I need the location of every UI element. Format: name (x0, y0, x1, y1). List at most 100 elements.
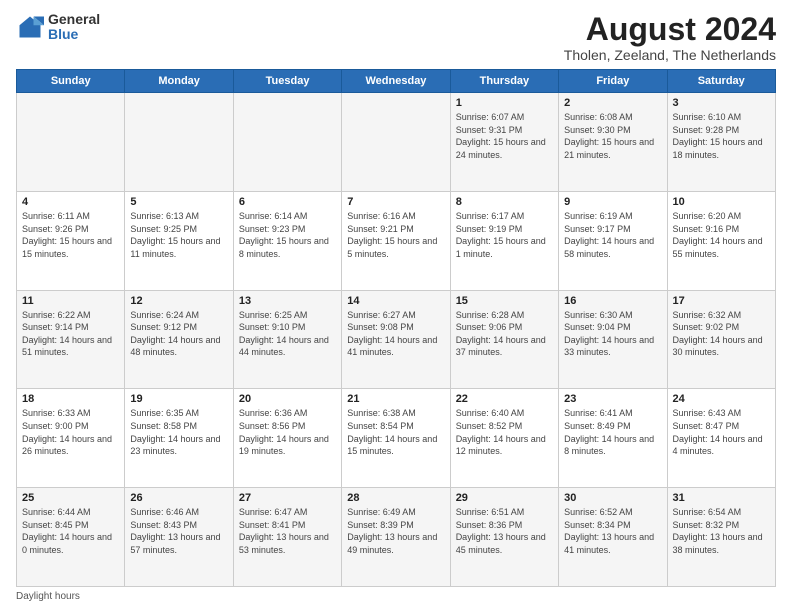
col-monday: Monday (125, 70, 233, 93)
col-saturday: Saturday (667, 70, 775, 93)
day-info: Sunrise: 6:14 AM Sunset: 9:23 PM Dayligh… (239, 210, 336, 260)
day-number: 4 (22, 196, 119, 208)
col-sunday: Sunday (17, 70, 125, 93)
calendar-cell: 3 Sunrise: 6:10 AM Sunset: 9:28 PM Daylig… (667, 93, 775, 192)
calendar-cell: 21 Sunrise: 6:38 AM Sunset: 8:54 PM Dayli… (342, 389, 450, 488)
day-number: 17 (673, 295, 770, 307)
day-number: 1 (456, 97, 553, 109)
calendar-cell: 10Sunrise: 6:20 AM Sunset: 9:16 PM Dayli… (667, 191, 775, 290)
day-info: Sunrise: 6:46 AM Sunset: 8:43 PM Dayligh… (130, 506, 227, 556)
day-number: 5 (130, 196, 227, 208)
day-number: 31 (673, 492, 770, 504)
calendar-cell: 1 Sunrise: 6:07 AM Sunset: 9:31 PM Daylig… (450, 93, 558, 192)
day-info: Sunrise: 6:28 AM Sunset: 9:06 PM Dayligh… (456, 309, 553, 359)
day-info: Sunrise: 6:41 AM Sunset: 8:49 PM Dayligh… (564, 407, 661, 457)
calendar-week-3: 11 Sunrise: 6:22 AM Sunset: 9:14 PM Dayli… (17, 290, 776, 389)
day-info: Sunrise: 6:43 AM Sunset: 8:47 PM Dayligh… (673, 407, 770, 457)
col-friday: Friday (559, 70, 667, 93)
calendar-cell: 22 Sunrise: 6:40 AM Sunset: 8:52 PM Dayli… (450, 389, 558, 488)
day-info: Sunrise: 6:49 AM Sunset: 8:39 PM Dayligh… (347, 506, 444, 556)
header-row: Sunday Monday Tuesday Wednesday Thursday… (17, 70, 776, 93)
calendar-cell: 9 Sunrise: 6:19 AM Sunset: 9:17 PM Daylig… (559, 191, 667, 290)
day-number: 2 (564, 97, 661, 109)
footer-note: Daylight hours (16, 591, 776, 602)
day-number: 12 (130, 295, 227, 307)
day-info: Sunrise: 6:24 AM Sunset: 9:12 PM Dayligh… (130, 309, 227, 359)
day-number: 30 (564, 492, 661, 504)
day-info: Sunrise: 6:11 AM Sunset: 9:26 PM Dayligh… (22, 210, 119, 260)
day-number: 3 (673, 97, 770, 109)
calendar-cell: 23 Sunrise: 6:41 AM Sunset: 8:49 PM Dayli… (559, 389, 667, 488)
day-number: 16 (564, 295, 661, 307)
calendar-cell: 17 Sunrise: 6:32 AM Sunset: 9:02 PM Dayli… (667, 290, 775, 389)
day-info: Sunrise: 6:54 AM Sunset: 8:32 PM Dayligh… (673, 506, 770, 556)
day-number: 9 (564, 196, 661, 208)
day-info: Sunrise: 6:32 AM Sunset: 9:02 PM Dayligh… (673, 309, 770, 359)
day-number: 19 (130, 393, 227, 405)
day-number: 6 (239, 196, 336, 208)
day-info: Sunrise: 6:16 AM Sunset: 9:21 PM Dayligh… (347, 210, 444, 260)
day-info: Sunrise: 6:38 AM Sunset: 8:54 PM Dayligh… (347, 407, 444, 457)
calendar-body: 1 Sunrise: 6:07 AM Sunset: 9:31 PM Daylig… (17, 93, 776, 587)
calendar-table: Sunday Monday Tuesday Wednesday Thursday… (16, 69, 776, 587)
logo: General Blue (16, 12, 100, 43)
day-info: Sunrise: 6:40 AM Sunset: 8:52 PM Dayligh… (456, 407, 553, 457)
day-info: Sunrise: 6:22 AM Sunset: 9:14 PM Dayligh… (22, 309, 119, 359)
calendar-cell: 7 Sunrise: 6:16 AM Sunset: 9:21 PM Daylig… (342, 191, 450, 290)
calendar-cell: 16Sunrise: 6:30 AM Sunset: 9:04 PM Dayli… (559, 290, 667, 389)
day-number: 28 (347, 492, 444, 504)
col-wednesday: Wednesday (342, 70, 450, 93)
calendar-week-4: 18Sunrise: 6:33 AM Sunset: 9:00 PM Dayli… (17, 389, 776, 488)
day-number: 7 (347, 196, 444, 208)
day-info: Sunrise: 6:33 AM Sunset: 9:00 PM Dayligh… (22, 407, 119, 457)
calendar-cell: 8 Sunrise: 6:17 AM Sunset: 9:19 PM Daylig… (450, 191, 558, 290)
calendar-cell: 14Sunrise: 6:27 AM Sunset: 9:08 PM Dayli… (342, 290, 450, 389)
day-number: 15 (456, 295, 553, 307)
calendar-cell: 12 Sunrise: 6:24 AM Sunset: 9:12 PM Dayli… (125, 290, 233, 389)
day-number: 26 (130, 492, 227, 504)
day-info: Sunrise: 6:52 AM Sunset: 8:34 PM Dayligh… (564, 506, 661, 556)
day-info: Sunrise: 6:07 AM Sunset: 9:31 PM Dayligh… (456, 111, 553, 161)
page: General Blue August 2024 Tholen, Zeeland… (0, 0, 792, 612)
day-number: 20 (239, 393, 336, 405)
day-info: Sunrise: 6:35 AM Sunset: 8:58 PM Dayligh… (130, 407, 227, 457)
day-info: Sunrise: 6:25 AM Sunset: 9:10 PM Dayligh… (239, 309, 336, 359)
day-info: Sunrise: 6:51 AM Sunset: 8:36 PM Dayligh… (456, 506, 553, 556)
logo-blue-text: Blue (48, 27, 100, 42)
day-info: Sunrise: 6:20 AM Sunset: 9:16 PM Dayligh… (673, 210, 770, 260)
day-number: 22 (456, 393, 553, 405)
day-number: 14 (347, 295, 444, 307)
calendar-cell: 19 Sunrise: 6:35 AM Sunset: 8:58 PM Dayli… (125, 389, 233, 488)
calendar-cell: 29Sunrise: 6:51 AM Sunset: 8:36 PM Dayli… (450, 488, 558, 587)
calendar-week-2: 4 Sunrise: 6:11 AM Sunset: 9:26 PM Daylig… (17, 191, 776, 290)
day-number: 21 (347, 393, 444, 405)
calendar-cell: 5 Sunrise: 6:13 AM Sunset: 9:25 PM Daylig… (125, 191, 233, 290)
calendar-cell: 13 Sunrise: 6:25 AM Sunset: 9:10 PM Dayli… (233, 290, 341, 389)
calendar-cell: 28 Sunrise: 6:49 AM Sunset: 8:39 PM Dayli… (342, 488, 450, 587)
calendar-cell: 24Sunrise: 6:43 AM Sunset: 8:47 PM Dayli… (667, 389, 775, 488)
day-number: 8 (456, 196, 553, 208)
calendar-subtitle: Tholen, Zeeland, The Netherlands (564, 47, 776, 63)
day-info: Sunrise: 6:17 AM Sunset: 9:19 PM Dayligh… (456, 210, 553, 260)
day-info: Sunrise: 6:19 AM Sunset: 9:17 PM Dayligh… (564, 210, 661, 260)
calendar-cell: 2 Sunrise: 6:08 AM Sunset: 9:30 PM Daylig… (559, 93, 667, 192)
calendar-header: Sunday Monday Tuesday Wednesday Thursday… (17, 70, 776, 93)
day-info: Sunrise: 6:13 AM Sunset: 9:25 PM Dayligh… (130, 210, 227, 260)
day-info: Sunrise: 6:08 AM Sunset: 9:30 PM Dayligh… (564, 111, 661, 161)
calendar-cell: 11 Sunrise: 6:22 AM Sunset: 9:14 PM Dayli… (17, 290, 125, 389)
calendar-week-1: 1 Sunrise: 6:07 AM Sunset: 9:31 PM Daylig… (17, 93, 776, 192)
logo-icon (16, 13, 44, 41)
logo-general-text: General (48, 12, 100, 27)
calendar-cell: 30 Sunrise: 6:52 AM Sunset: 8:34 PM Dayli… (559, 488, 667, 587)
calendar-cell: 25Sunrise: 6:44 AM Sunset: 8:45 PM Dayli… (17, 488, 125, 587)
day-number: 11 (22, 295, 119, 307)
calendar-cell: 31 Sunrise: 6:54 AM Sunset: 8:32 PM Dayli… (667, 488, 775, 587)
day-number: 27 (239, 492, 336, 504)
day-number: 23 (564, 393, 661, 405)
day-info: Sunrise: 6:10 AM Sunset: 9:28 PM Dayligh… (673, 111, 770, 161)
day-number: 13 (239, 295, 336, 307)
calendar-cell (233, 93, 341, 192)
calendar-cell: 6 Sunrise: 6:14 AM Sunset: 9:23 PM Daylig… (233, 191, 341, 290)
calendar-week-5: 25Sunrise: 6:44 AM Sunset: 8:45 PM Dayli… (17, 488, 776, 587)
title-block: August 2024 Tholen, Zeeland, The Netherl… (564, 12, 776, 63)
